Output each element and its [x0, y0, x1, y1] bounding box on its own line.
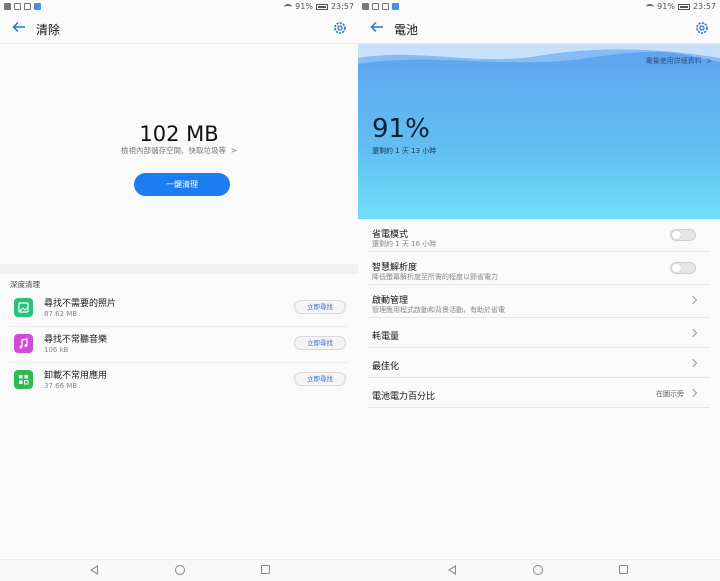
cast-icon [24, 3, 31, 10]
storage-details-link[interactable]: 檢視內部儲存空間、快取垃圾等 > [0, 145, 358, 156]
storage-details-label: 檢視內部儲存空間、快取垃圾等 [120, 146, 226, 155]
setting-subtitle: 還剩約 1 天 16 小時 [372, 240, 437, 248]
back-arrow-icon[interactable] [368, 19, 386, 39]
one-tap-clean-button[interactable]: 一鍵清理 [134, 173, 230, 196]
section-header-deep-clean: 深度清理 [10, 280, 40, 289]
find-now-button[interactable]: 立即尋找 [294, 300, 346, 314]
setting-subtitle: 降低螢幕解析度至所需的程度以節省電力 [372, 273, 498, 281]
section-divider [0, 264, 358, 274]
nav-back-icon[interactable] [90, 565, 98, 575]
play-icon [362, 3, 369, 10]
item-size: 37.66 MB [44, 382, 78, 390]
chevron-right-icon [688, 295, 698, 305]
page-title: 清除 [36, 23, 61, 37]
app-notification-icon [392, 3, 399, 10]
item-size: 106 kB [44, 346, 69, 354]
wifi-icon [284, 3, 293, 10]
item-name: 卸載不常用應用 [44, 371, 108, 381]
setting-title: 電池電力百分比 [372, 392, 436, 402]
page-title: 電池 [394, 23, 419, 37]
power-saving-toggle[interactable] [670, 229, 696, 241]
status-bar: 91% 23:57 [0, 0, 358, 14]
find-now-button[interactable]: 立即尋找 [294, 372, 346, 386]
smart-resolution-toggle[interactable] [670, 262, 696, 274]
setting-title: 耗電量 [372, 332, 400, 342]
chevron-right-icon [688, 388, 698, 398]
setting-title: 最佳化 [372, 362, 400, 372]
find-now-button[interactable]: 立即尋找 [294, 336, 346, 350]
play-icon [4, 3, 11, 10]
list-item[interactable]: 卸載不常用應用 37.66 MB 立即尋找 [10, 363, 348, 399]
battery-percent-text: 91% [657, 2, 675, 11]
system-nav-bar [358, 559, 720, 581]
item-name: 尋找不需要的照片 [44, 299, 117, 309]
app-bar: 電池 [358, 14, 720, 44]
battery-level-panel: 電量使用詳細資料 > 91% 還剩約 1 天 13 小時 [358, 44, 720, 219]
apps-icon [14, 370, 33, 389]
wifi-icon [646, 3, 655, 10]
setting-subtitle: 管理應用程式啟動和背景活動，有助於省電 [372, 306, 505, 314]
setting-power-consumption[interactable]: 耗電量 [368, 318, 710, 348]
battery-icon [677, 3, 690, 10]
setting-smart-resolution[interactable]: 智慧解析度 降低螢幕解析度至所需的程度以節省電力 [368, 252, 710, 285]
item-name: 尋找不常聽音樂 [44, 335, 108, 345]
setting-power-saving-mode[interactable]: 省電模式 還剩約 1 天 16 小時 [368, 219, 710, 252]
chevron-right-icon: > [703, 57, 712, 65]
battery-percentage: 91% [372, 114, 430, 144]
junk-size: 102 MB [139, 122, 219, 146]
back-arrow-icon[interactable] [10, 19, 28, 39]
battery-usage-details-link[interactable]: 電量使用詳細資料 > [646, 56, 712, 66]
app-notification-icon [34, 3, 41, 10]
nav-back-icon[interactable] [448, 565, 456, 575]
setting-optimize[interactable]: 最佳化 [368, 348, 710, 378]
battery-percent-text: 91% [295, 2, 313, 11]
music-icon [14, 334, 33, 353]
chevron-right-icon [688, 328, 698, 338]
clock: 23:57 [330, 2, 354, 11]
nav-home-icon[interactable] [175, 565, 185, 575]
gallery-icon [372, 3, 379, 10]
cast-icon [382, 3, 389, 10]
status-bar: 91% 23:57 [358, 0, 720, 14]
chevron-right-icon [688, 358, 698, 368]
clock: 23:57 [692, 2, 716, 11]
battery-screen: 91% 23:57 電池 電量使用詳細資料 > 91% 還剩約 1 天 13 小… [358, 0, 720, 581]
setting-battery-percentage[interactable]: 電池電力百分比 在圖示旁 [368, 378, 710, 408]
gear-icon[interactable] [694, 20, 710, 36]
system-nav-bar [0, 559, 358, 581]
deep-clean-list: 尋找不需要的照片 87.62 MB 立即尋找 尋找不常聽音樂 106 kB 立即… [0, 291, 358, 399]
notification-icons [4, 3, 41, 10]
remaining-time: 還剩約 1 天 13 小時 [372, 147, 437, 155]
battery-settings-list: 省電模式 還剩約 1 天 16 小時 智慧解析度 降低螢幕解析度至所需的程度以節… [358, 219, 720, 408]
setting-value: 在圖示旁 [656, 390, 684, 398]
nav-home-icon[interactable] [533, 565, 543, 575]
notification-icons [362, 3, 399, 10]
gear-icon[interactable] [332, 20, 348, 36]
gallery-icon [14, 3, 21, 10]
list-item[interactable]: 尋找不常聽音樂 106 kB 立即尋找 [10, 327, 348, 363]
item-size: 87.62 MB [44, 310, 78, 318]
status-indicators: 91% 23:57 [284, 2, 354, 11]
nav-recent-apps-icon[interactable] [261, 565, 270, 574]
chevron-right-icon: > [228, 146, 238, 155]
battery-icon [315, 3, 328, 10]
nav-recent-apps-icon[interactable] [619, 565, 628, 574]
status-indicators: 91% 23:57 [646, 2, 716, 11]
photo-icon [14, 298, 33, 317]
list-item[interactable]: 尋找不需要的照片 87.62 MB 立即尋找 [10, 291, 348, 327]
usage-details-label: 電量使用詳細資料 [645, 57, 702, 65]
setting-startup-manager[interactable]: 啟動管理 管理應用程式啟動和背景活動，有助於省電 [368, 285, 710, 318]
app-bar: 清除 [0, 14, 358, 44]
cleanup-screen: 91% 23:57 清除 102 MB 檢視內部儲存空間、快取垃圾等 > 一鍵清… [0, 0, 358, 581]
